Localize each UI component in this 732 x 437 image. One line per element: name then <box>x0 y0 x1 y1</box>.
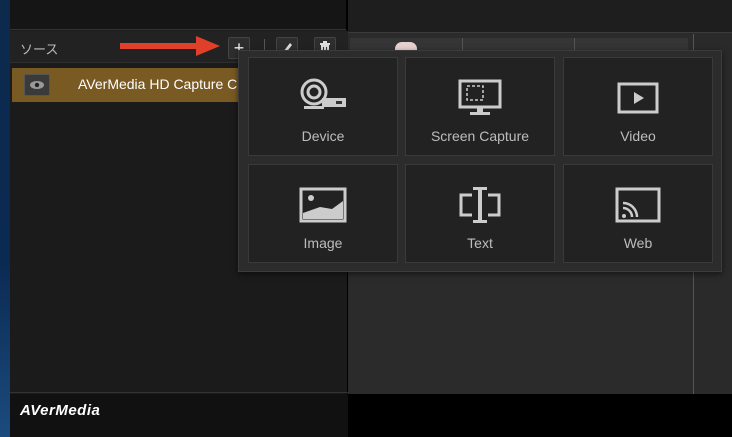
text-cursor-icon <box>459 187 501 223</box>
preview-bottom-bar <box>348 394 732 437</box>
tile-label: Web <box>623 235 653 251</box>
preview-top-bar <box>348 0 732 33</box>
monitor-capture-icon <box>458 79 502 115</box>
visibility-toggle[interactable] <box>24 74 50 96</box>
device-tile[interactable]: Device <box>248 57 398 156</box>
tile-label: Image <box>303 235 343 251</box>
image-icon <box>299 187 347 223</box>
webcam-icon <box>300 78 346 109</box>
video-tile[interactable]: Video <box>563 57 713 156</box>
sources-title: ソース <box>20 42 59 57</box>
footer-bar: AVerMedia <box>10 394 348 437</box>
cast-web-icon <box>615 187 661 223</box>
tile-label: Text <box>467 235 493 251</box>
add-source-menu: Device Screen Capture Video Image Text W… <box>238 50 722 272</box>
text-tile[interactable]: Text <box>405 164 555 263</box>
image-tile[interactable]: Image <box>248 164 398 263</box>
pointer-arrow-icon <box>120 36 220 56</box>
panel-bottom-line <box>10 392 348 393</box>
tile-label: Video <box>620 128 656 144</box>
screen-capture-tile[interactable]: Screen Capture <box>405 57 555 156</box>
tile-label: Device <box>301 128 345 144</box>
left-top-bar <box>10 0 348 30</box>
video-play-icon <box>617 82 659 114</box>
source-item-label: AVerMedia HD Capture C <box>78 76 238 92</box>
avermedia-logo: AVerMedia <box>20 402 101 419</box>
web-tile[interactable]: Web <box>563 164 713 263</box>
eye-icon <box>30 81 44 89</box>
tile-label: Screen Capture <box>430 128 530 144</box>
